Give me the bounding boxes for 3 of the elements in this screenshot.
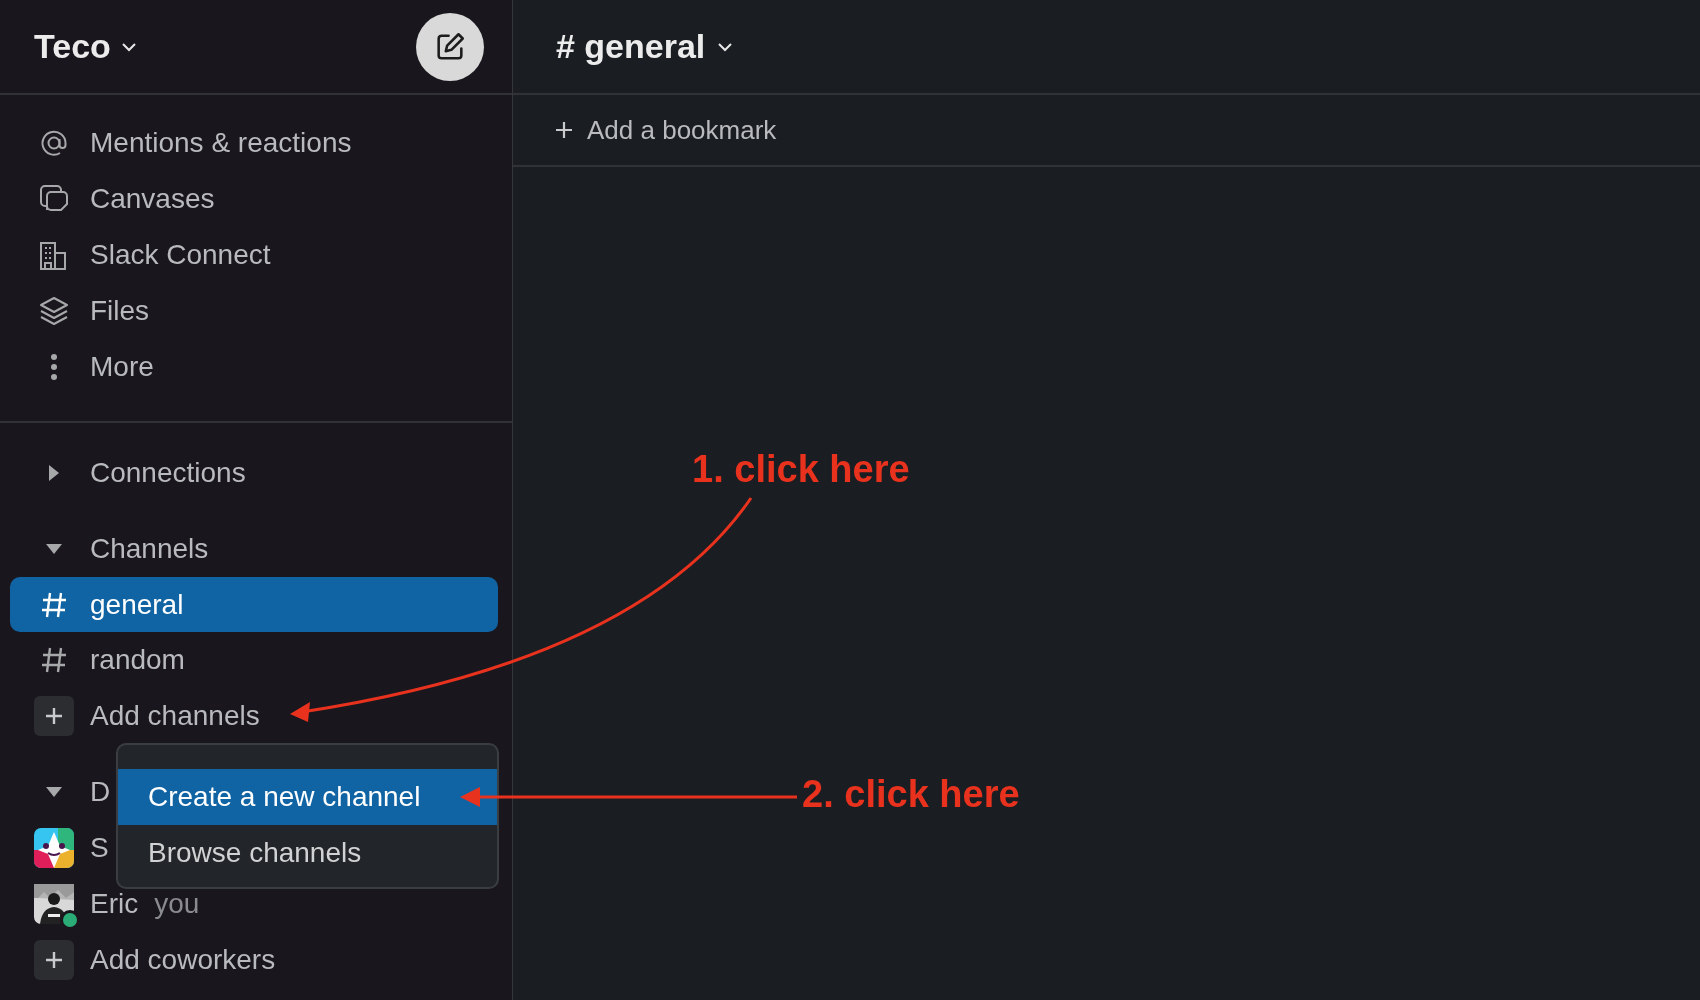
you-label: you <box>154 888 200 920</box>
annotation-text: 2. click here <box>802 773 1020 816</box>
annotation-text: 1. click here <box>692 448 910 491</box>
